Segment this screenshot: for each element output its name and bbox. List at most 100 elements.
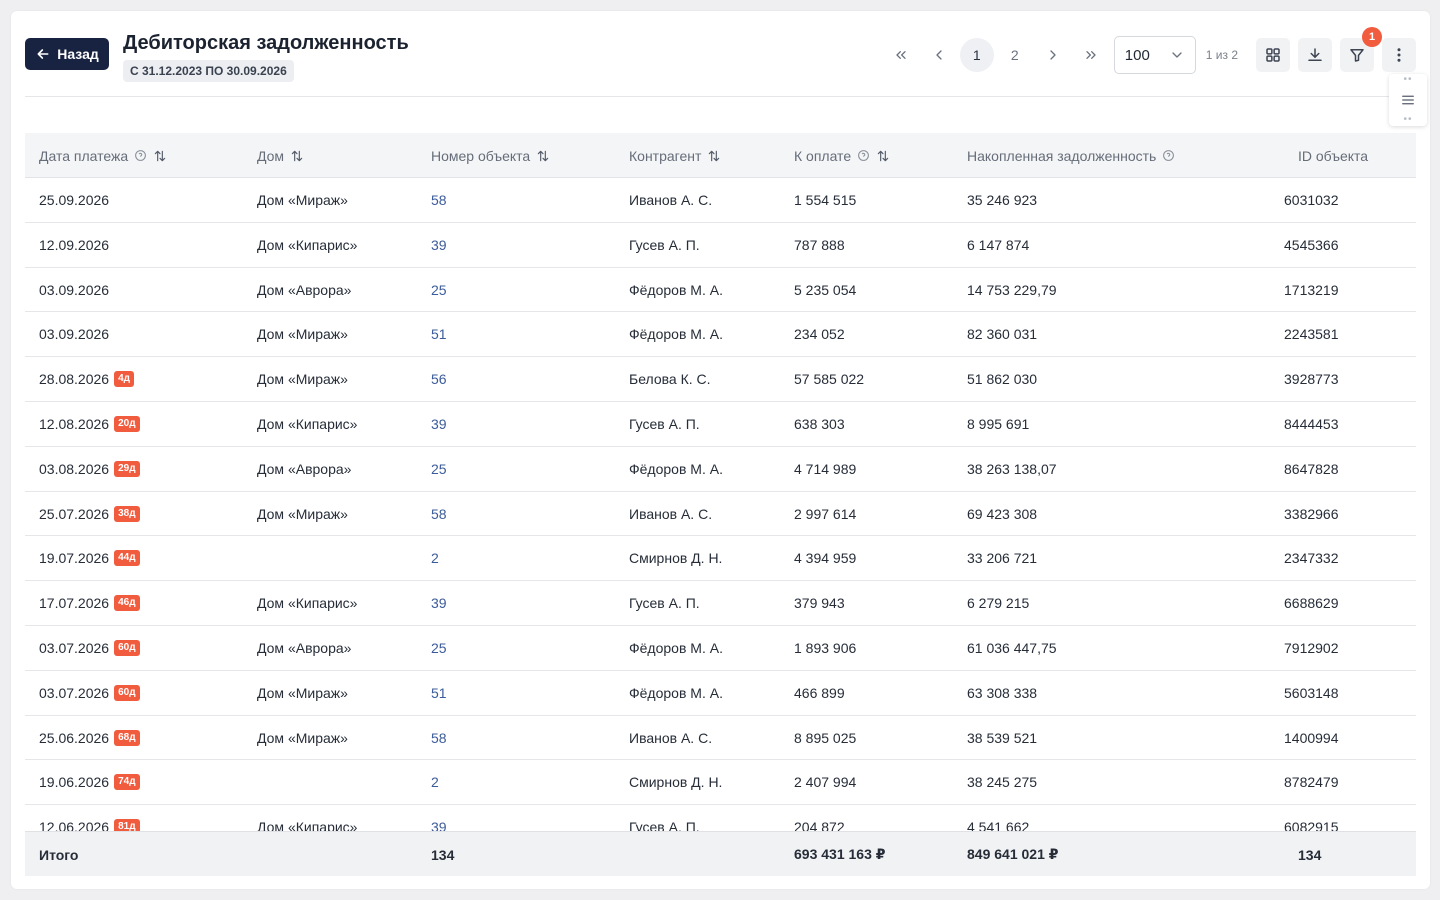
column-header-date[interactable]: Дата платежа (39, 133, 167, 178)
cell-object-number-link[interactable]: 56 (431, 357, 447, 401)
cell-accumulated-debt: 82 360 031 (967, 312, 1037, 356)
cell-accumulated-debt-text: 51 862 030 (967, 371, 1038, 388)
table-row[interactable]: 19.07.2026 44д 2 Смирнов Д. Н. 4 394 959 33 2… (25, 536, 1416, 582)
cell-object-number-link[interactable]: 39 (431, 581, 447, 625)
column-header-object-number[interactable]: Номер объекта (431, 133, 550, 178)
cell-contractor: Иванов А. С. (629, 492, 712, 536)
column-header-house[interactable]: Дом (257, 133, 304, 178)
cell-object-number-link-text[interactable]: 39 (431, 416, 447, 432)
cell-object-number-link-text[interactable]: 39 (431, 237, 447, 253)
column-header-accumulated-debt[interactable]: Накопленная задолженность (967, 133, 1175, 178)
cell-object-number-link[interactable]: 25 (431, 447, 447, 491)
cell-payment-date: 25.06.2026 68д (39, 716, 140, 760)
cell-object-id: 1713219 (1284, 268, 1339, 312)
cell-object-number-link-text[interactable]: 39 (431, 595, 447, 611)
table-row[interactable]: 17.07.2026 46д Дом «Кипарис» 39 Гусев А. П. 3… (25, 581, 1416, 626)
cell-object-number-link[interactable]: 2 (431, 536, 439, 580)
cell-accumulated-debt: 6 279 215 (967, 581, 1029, 625)
total-object-id: 134 (1298, 846, 1322, 863)
back-button[interactable]: Назад (25, 38, 109, 70)
download-button[interactable] (1298, 38, 1332, 72)
cell-to-pay: 57 585 022 (794, 357, 864, 401)
page-2-button[interactable]: 2 (998, 38, 1032, 72)
table-row[interactable]: 25.07.2026 38д Дом «Мираж» 58 Иванов А. С. 2 … (25, 492, 1416, 537)
cell-object-number-link-text[interactable]: 25 (431, 640, 447, 656)
cell-object-number-link-text[interactable]: 25 (431, 461, 447, 477)
drag-handle-top-icon: •• (1403, 74, 1413, 85)
column-header-object-id[interactable]: ID объекта (1298, 133, 1368, 178)
table-row[interactable]: 03.07.2026 60д Дом «Аврора» 25 Фёдоров М. А.… (25, 626, 1416, 671)
cell-contractor-text: Иванов А. С. (629, 505, 713, 522)
cell-object-number-link-text[interactable]: 51 (431, 685, 447, 701)
last-page-button[interactable] (1074, 38, 1108, 72)
cell-house-text: Дом «Аврора» (257, 281, 352, 298)
first-page-button[interactable] (884, 38, 918, 72)
column-header-to-pay[interactable]: К оплате (794, 133, 890, 178)
cell-object-number-link-text[interactable]: 25 (431, 282, 447, 298)
grid-icon (1266, 48, 1280, 62)
cell-object-number-link[interactable]: 58 (431, 492, 447, 536)
cell-object-number-link[interactable]: 51 (431, 312, 447, 356)
cell-object-number-link[interactable]: 51 (431, 671, 447, 715)
sort-icon[interactable] (290, 149, 304, 163)
cell-object-number-link[interactable]: 58 (431, 178, 447, 222)
cell-object-number-link[interactable]: 25 (431, 268, 447, 312)
overdue-days-badge: 46д (114, 595, 140, 612)
page-1-button[interactable]: 1 (959, 38, 994, 72)
cell-object-number-link[interactable]: 58 (431, 716, 447, 760)
cell-to-pay: 5 235 054 (794, 268, 856, 312)
cell-to-pay: 2 997 614 (794, 492, 856, 536)
cell-object-number-link[interactable]: 39 (431, 223, 447, 267)
table-row[interactable]: 25.06.2026 68д Дом «Мираж» 58 Иванов А. С. 8 … (25, 716, 1416, 761)
cell-object-id-text: 8782479 (1284, 774, 1339, 791)
cell-house: Дом «Мираж» (257, 716, 348, 760)
next-page-button[interactable] (1036, 38, 1070, 72)
total-object-number: 134 (431, 846, 455, 863)
cell-object-number-link-text[interactable]: 58 (431, 730, 447, 746)
cell-object-number-link[interactable]: 39 (431, 402, 447, 446)
prev-page-button[interactable] (922, 38, 956, 72)
grid-view-button[interactable] (1256, 38, 1290, 72)
cell-object-number-link-text[interactable]: 2 (431, 774, 439, 790)
cell-object-number-link[interactable]: 2 (431, 760, 439, 804)
filter-button[interactable]: 1 (1340, 27, 1382, 72)
column-header-contractor[interactable]: Контрагент (629, 133, 721, 178)
table-row[interactable]: 12.09.2026 Дом «Кипарис» 39 Гусев А. П. 787 … (25, 223, 1416, 268)
report-card: Назад Дебиторская задолженность С 31.12.… (11, 11, 1430, 889)
page-size-select[interactable]: 100 (1113, 36, 1196, 74)
help-icon[interactable] (134, 149, 147, 162)
table-row[interactable]: 25.09.2026 Дом «Мираж» 58 Иванов А. С. 1 554… (25, 178, 1416, 223)
table-row[interactable]: 12.08.2026 20д Дом «Кипарис» 39 Гусев А. П. 6… (25, 402, 1416, 447)
table-row[interactable]: 03.09.2026 Дом «Аврора» 25 Фёдоров М. А. 5 2… (25, 268, 1416, 313)
column-settings-handle[interactable]: •• •• (1389, 74, 1427, 126)
cell-to-pay: 1 554 515 (794, 178, 856, 222)
cell-object-number-link-text[interactable]: 58 (431, 192, 447, 208)
cell-object-number-link-text[interactable]: 2 (431, 550, 439, 566)
table-row[interactable]: 03.07.2026 60д Дом «Мираж» 51 Фёдоров М. А. 4… (25, 671, 1416, 716)
table-row[interactable]: 03.08.2026 29д Дом «Аврора» 25 Фёдоров М. А.… (25, 447, 1416, 492)
table-row[interactable]: 03.09.2026 Дом «Мираж» 51 Фёдоров М. А. 234 … (25, 312, 1416, 358)
cell-object-number-link-text[interactable]: 58 (431, 506, 447, 522)
cell-object-id-text: 8647828 (1284, 460, 1339, 477)
cell-object-number-link-text[interactable]: 56 (431, 371, 447, 387)
overdue-days-badge: 60д (114, 639, 140, 656)
cell-object-number-link-text[interactable]: 51 (431, 326, 447, 342)
cell-to-pay: 466 899 (794, 671, 845, 715)
sort-icon[interactable] (153, 149, 167, 163)
cell-object-id: 6031032 (1284, 178, 1339, 222)
sort-icon[interactable] (707, 149, 721, 163)
cell-object-number-link[interactable]: 25 (431, 626, 447, 670)
cell-house: Дом «Мираж» (257, 178, 348, 222)
sort-icon[interactable] (536, 149, 550, 163)
more-options-button[interactable] (1382, 38, 1416, 72)
help-icon[interactable] (857, 149, 870, 162)
table-row[interactable]: 28.08.2026 4д Дом «Мираж» 56 Белова К. С. 57 … (25, 357, 1416, 402)
table-row[interactable]: 19.06.2026 74д 2 Смирнов Д. Н. 2 407 994 38 2… (25, 760, 1416, 806)
cell-payment-date: 03.09.2026 (39, 268, 109, 312)
help-icon[interactable] (1162, 149, 1175, 162)
column-label: ID объекта (1298, 147, 1369, 164)
cell-accumulated-debt-text: 35 246 923 (967, 192, 1038, 208)
cell-house-text: Дом «Кипарис» (257, 415, 358, 432)
chevron-down-icon (1172, 52, 1182, 58)
sort-icon[interactable] (876, 149, 890, 163)
